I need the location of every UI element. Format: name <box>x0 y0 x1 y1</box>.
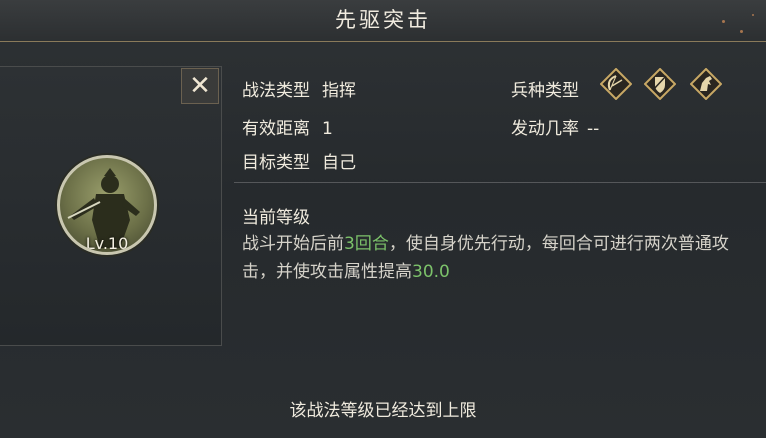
trigger-rate-row: 发动几率 -- <box>511 114 599 139</box>
tactic-type-label: 战法类型 <box>242 81 310 101</box>
current-level-title: 当前等级 <box>242 208 310 228</box>
shield-icon[interactable] <box>644 68 676 100</box>
ember-decoration <box>752 14 754 16</box>
target-label: 目标类型 <box>242 153 310 173</box>
close-button[interactable]: ✕ <box>181 68 219 104</box>
trigger-rate-value: -- <box>587 119 600 139</box>
troop-type-label: 兵种类型 <box>511 81 579 101</box>
close-icon: ✕ <box>189 71 211 101</box>
range-value: 1 <box>322 119 333 139</box>
dialog-title: 先驱突击 <box>335 8 431 32</box>
tactic-type-row: 战法类型 指挥 <box>242 76 356 101</box>
desc-highlight-rounds: 3回合 <box>344 234 389 254</box>
desc-highlight-value: 30.0 <box>412 262 450 282</box>
bow-icon[interactable] <box>600 68 632 100</box>
skill-level: Lv.10 <box>85 234 129 253</box>
desc-text: 战斗开始后前 <box>242 234 344 254</box>
max-level-message: 该战法等级已经达到上限 <box>289 401 477 421</box>
range-label: 有效距离 <box>242 119 310 139</box>
range-row: 有效距离 1 <box>242 114 333 139</box>
cavalry-icon[interactable] <box>690 68 722 100</box>
tactic-type-value: 指挥 <box>322 81 356 101</box>
target-row: 目标类型 自己 <box>242 148 356 173</box>
skill-description: 战斗开始后前3回合，使自身优先行动，每回合可进行两次普通攻击，并使攻击属性提高3… <box>242 230 762 286</box>
target-value: 自己 <box>322 153 356 173</box>
ember-decoration <box>740 30 743 33</box>
ember-decoration <box>722 20 725 23</box>
skill-avatar: Lv.10 <box>57 155 157 255</box>
section-divider <box>234 182 766 183</box>
trigger-rate-label: 发动几率 <box>511 119 579 139</box>
